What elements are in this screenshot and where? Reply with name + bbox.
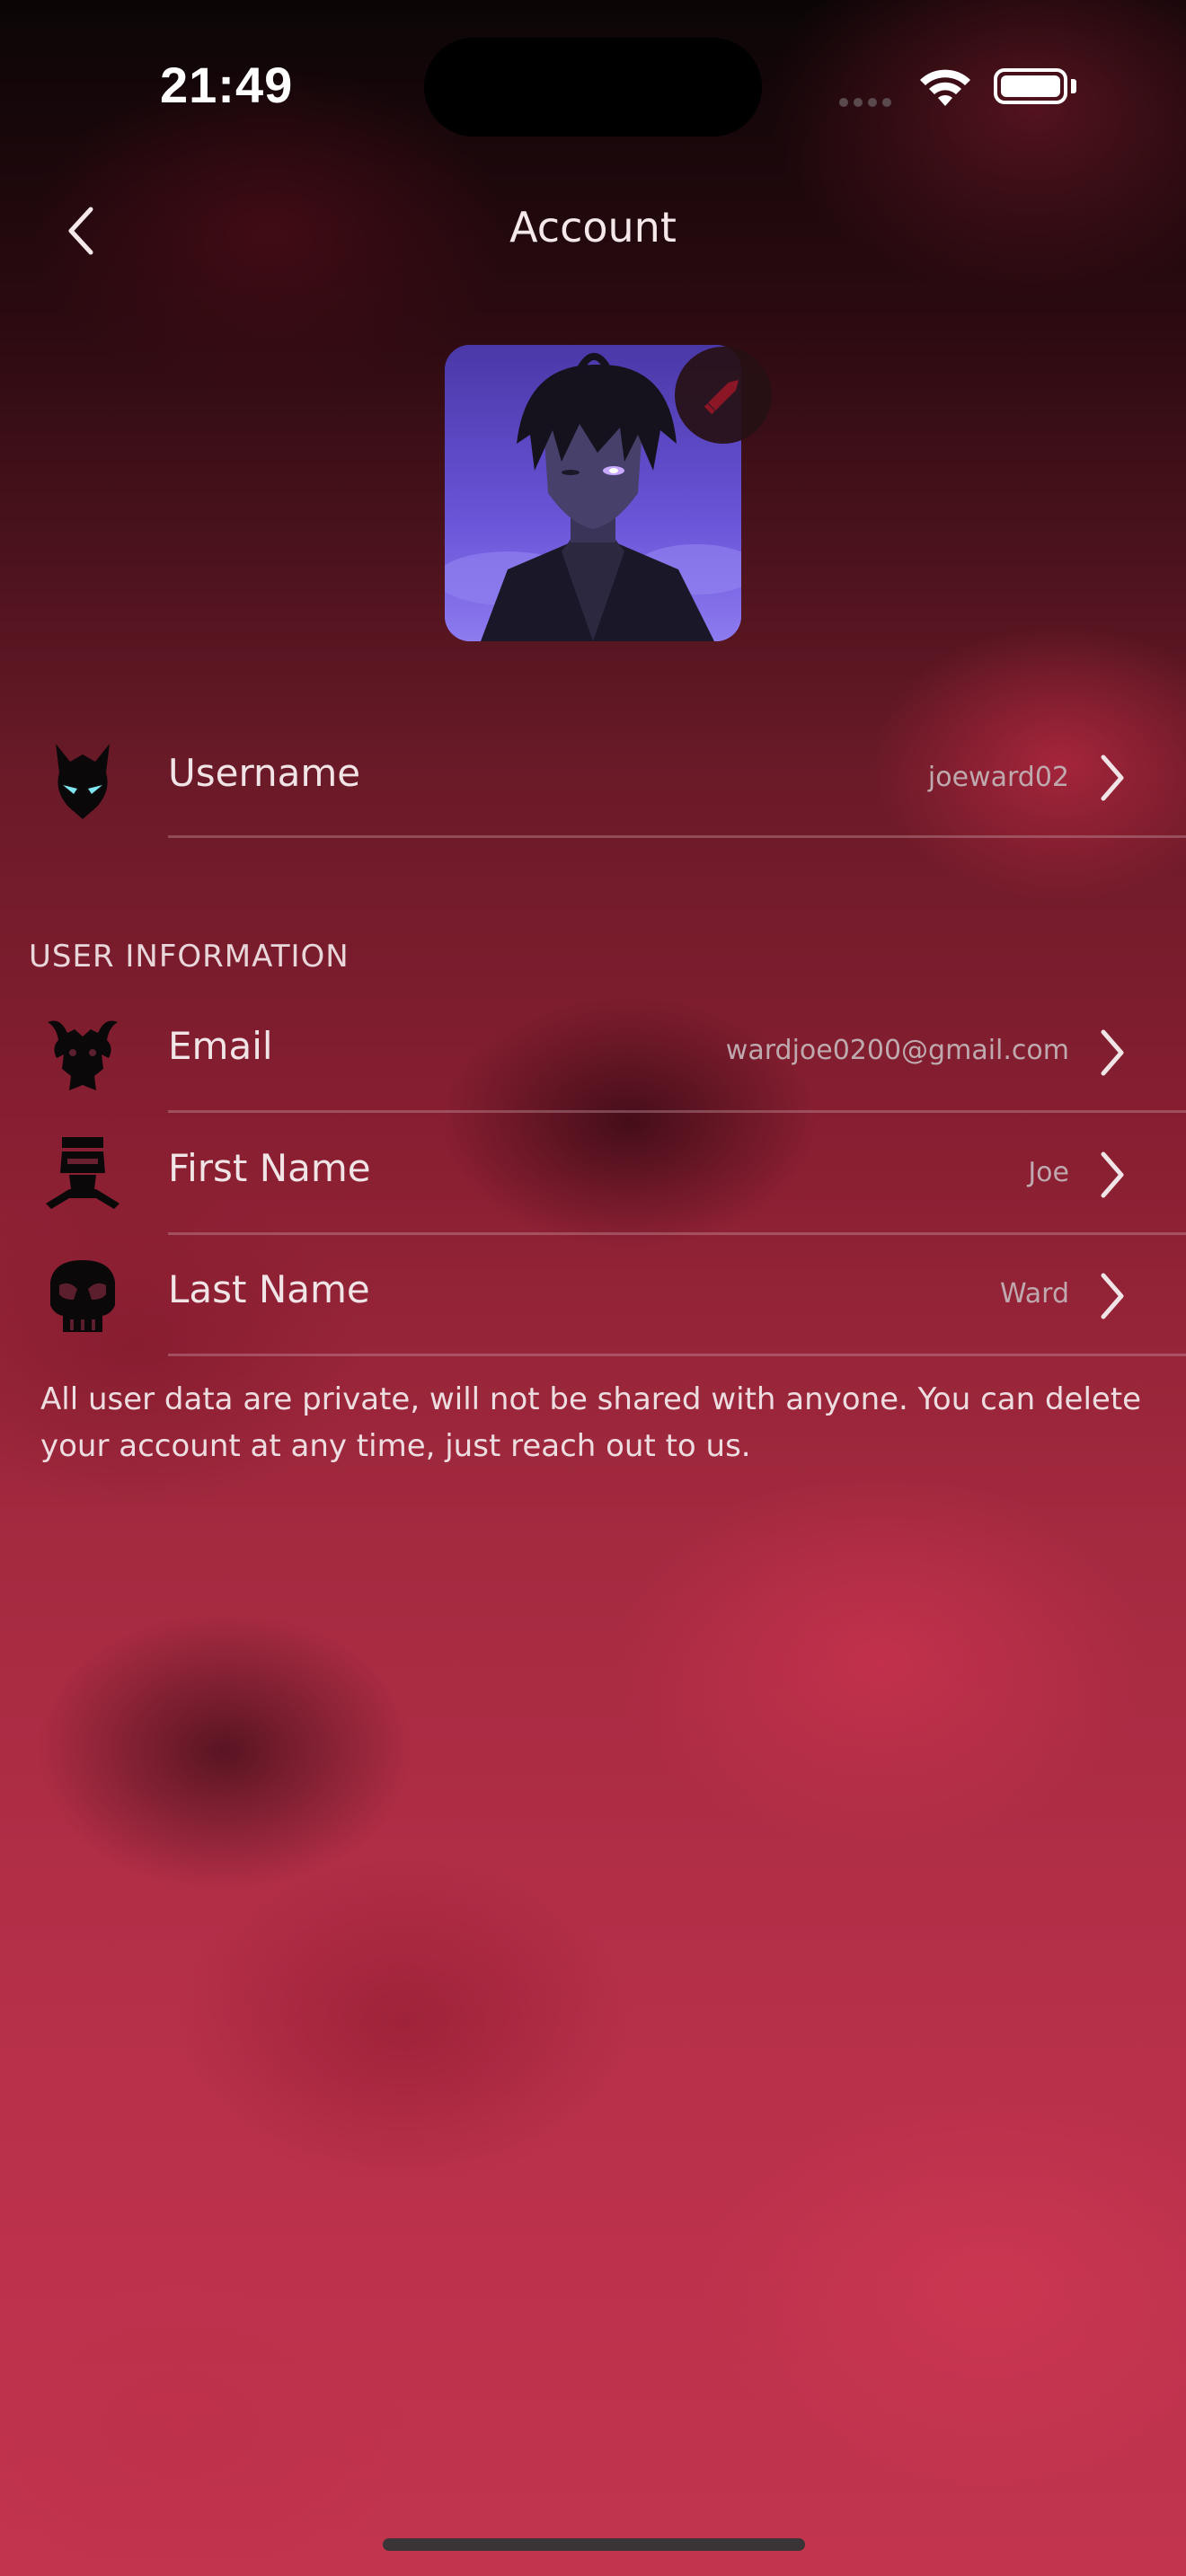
last-name-label: Last Name xyxy=(168,1267,370,1311)
username-label: Username xyxy=(168,751,361,795)
masked-ninja-icon xyxy=(40,1132,126,1218)
username-row[interactable]: Username joeward02 xyxy=(0,715,1186,838)
email-value: wardjoe0200@gmail.com xyxy=(725,1035,1069,1066)
page-title: Account xyxy=(509,203,677,251)
edit-avatar-button[interactable] xyxy=(675,347,772,444)
row-divider xyxy=(168,1110,1186,1113)
chevron-right-icon xyxy=(1094,1026,1130,1080)
pencil-icon xyxy=(704,380,739,415)
home-indicator[interactable] xyxy=(383,2538,805,2551)
battery-cap xyxy=(1071,79,1076,93)
cellular-signal-icon xyxy=(839,93,897,110)
section-header-user-information: USER INFORMATION xyxy=(29,939,350,975)
username-value: joeward02 xyxy=(927,762,1069,793)
first-name-value: Joe xyxy=(1028,1157,1069,1188)
wifi-icon xyxy=(916,65,974,113)
email-label: Email xyxy=(168,1024,273,1068)
last-name-row[interactable]: Last Name Ward xyxy=(0,1235,1186,1356)
row-divider xyxy=(168,1354,1186,1356)
status-time: 21:49 xyxy=(160,57,294,113)
privacy-note: All user data are private, will not be s… xyxy=(40,1381,1142,1464)
first-name-label: First Name xyxy=(168,1146,371,1190)
skull-mask-icon xyxy=(40,1253,126,1339)
bull-demon-emblem-icon xyxy=(40,1011,126,1098)
dynamic-island xyxy=(424,38,762,137)
chevron-right-icon xyxy=(1094,1148,1130,1202)
battery-icon xyxy=(994,68,1067,104)
demon-head-icon xyxy=(40,737,126,823)
last-name-value: Ward xyxy=(1000,1278,1069,1310)
chevron-right-icon xyxy=(1094,751,1130,805)
email-row[interactable]: Email wardjoe0200@gmail.com xyxy=(0,992,1186,1113)
row-divider xyxy=(168,835,1186,838)
status-bar: 21:49 xyxy=(0,0,1186,171)
first-name-row[interactable]: First Name Joe xyxy=(0,1114,1186,1235)
chevron-right-icon xyxy=(1094,1269,1130,1323)
